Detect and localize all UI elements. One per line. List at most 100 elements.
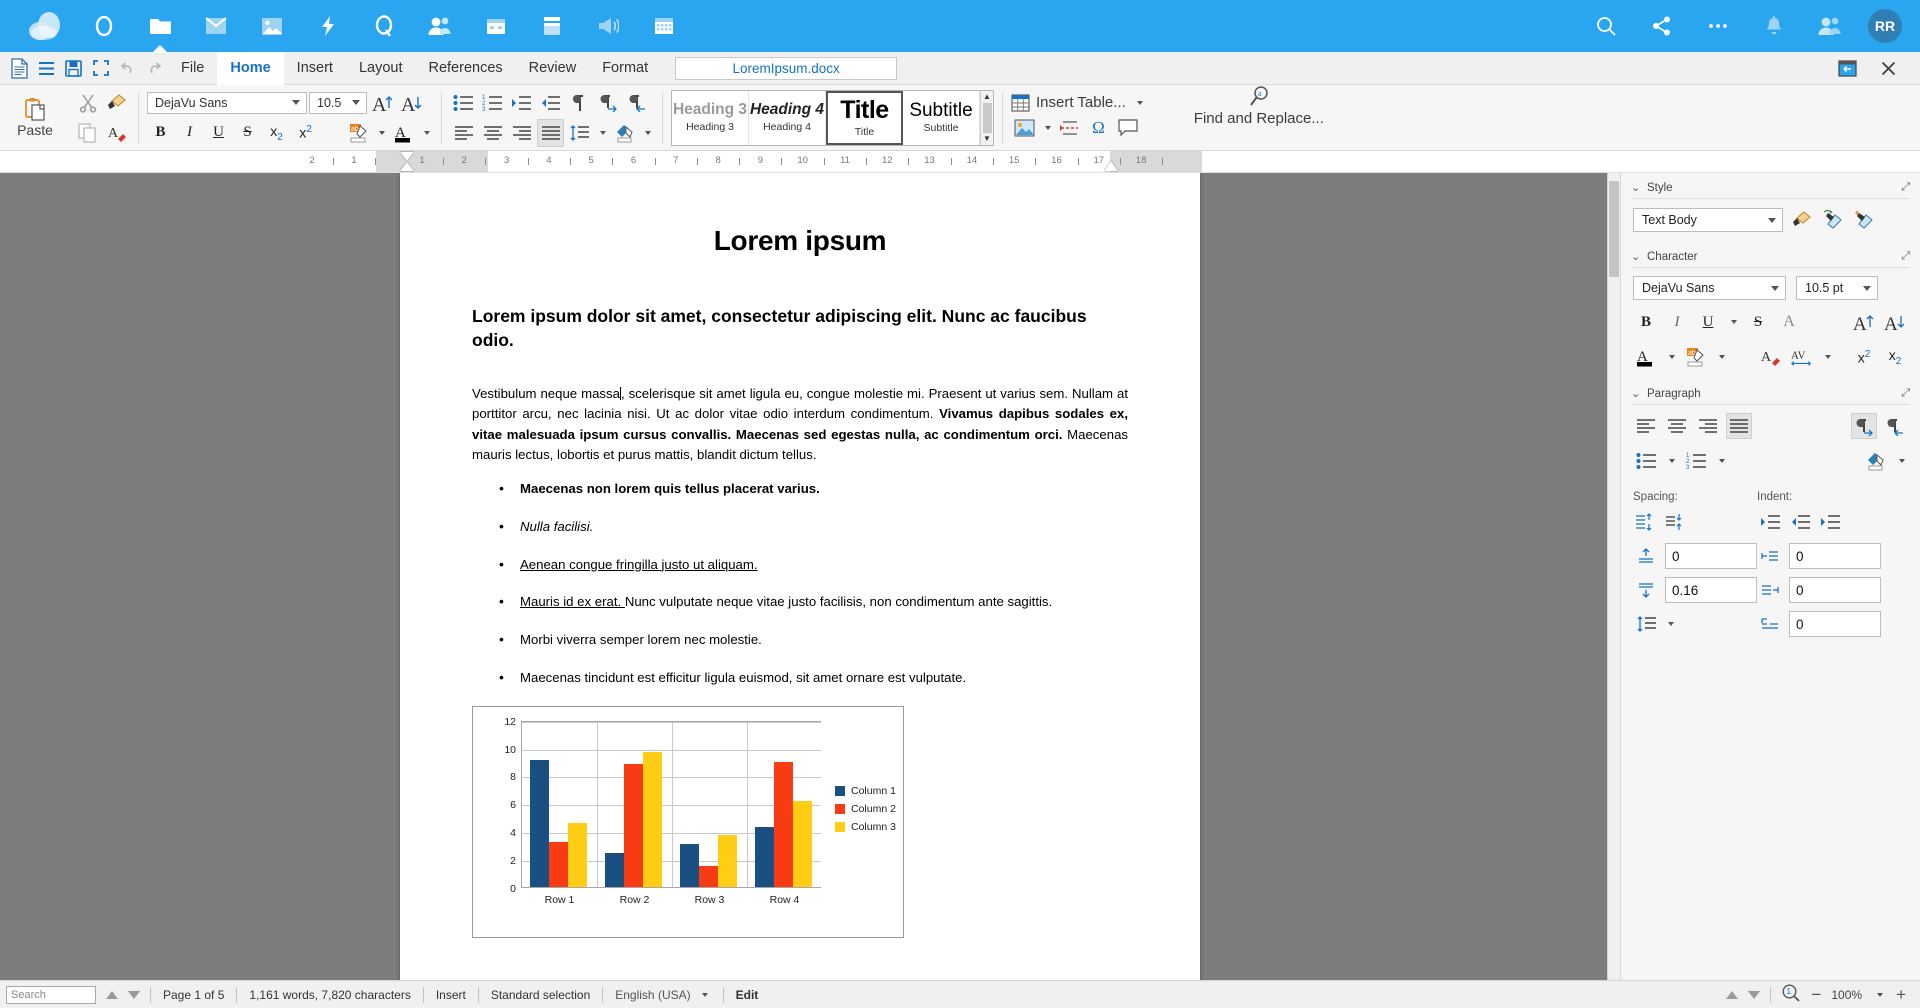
bold-icon[interactable]: B	[1633, 309, 1659, 335]
notifications-icon[interactable]	[1746, 0, 1802, 52]
next-page-icon[interactable]	[1748, 990, 1761, 999]
increase-indent-icon[interactable]	[508, 89, 535, 117]
subscript-icon[interactable]: x2	[1882, 344, 1908, 370]
spacing-below-field[interactable]: 0.16	[1665, 577, 1757, 603]
increase-font-size-icon[interactable]: A	[369, 89, 396, 117]
search-input[interactable]: Search	[6, 985, 96, 1004]
menu-item-review[interactable]: Review	[516, 52, 590, 85]
clone-formatting-icon[interactable]	[103, 89, 130, 117]
italic-icon[interactable]: I	[176, 119, 203, 147]
align-justified-icon[interactable]	[1726, 413, 1752, 439]
clear-formatting-icon[interactable]: A	[1758, 344, 1784, 370]
underline-icon[interactable]: U	[205, 119, 232, 147]
style-combo[interactable]: Text Body	[1633, 208, 1783, 232]
increase-font-size-icon[interactable]: A	[1851, 309, 1877, 335]
underline-icon[interactable]: U	[1695, 309, 1721, 335]
character-section-header[interactable]: ⌄ Character ⤢	[1621, 242, 1920, 267]
style-gallery-scroll-thumb[interactable]	[982, 102, 992, 133]
decrease-indent-icon[interactable]	[1787, 509, 1813, 535]
menu-item-home[interactable]: Home	[217, 51, 284, 85]
cloud-logo[interactable]	[14, 0, 76, 52]
left-to-right-icon[interactable]	[1851, 413, 1877, 439]
right-to-left-icon[interactable]	[624, 89, 651, 117]
hanging-indent-icon[interactable]	[1817, 509, 1843, 535]
unordered-list-icon[interactable]	[1633, 448, 1659, 474]
calendar-grid-icon[interactable]	[636, 0, 692, 52]
sidebar-font-size-combo[interactable]: 10.5 pt	[1796, 276, 1878, 300]
superscript-icon[interactable]: x2	[292, 119, 319, 147]
align-justified-icon[interactable]	[537, 118, 564, 147]
align-center-icon[interactable]	[479, 119, 506, 147]
ordered-list-icon[interactable]: 123	[479, 89, 506, 117]
more-icon[interactable]	[1690, 0, 1746, 52]
paste-button[interactable]: Paste	[4, 97, 66, 138]
character-section-expand-icon[interactable]: ⤢	[1901, 250, 1910, 263]
document-page[interactable]: Lorem ipsum Lorem ipsum dolor sit amet, …	[400, 173, 1200, 980]
language-selector[interactable]: English (USA)	[603, 988, 722, 1002]
clear-formatting-icon[interactable]: A	[103, 119, 130, 147]
activity-icon[interactable]	[300, 0, 356, 52]
copy-icon[interactable]	[74, 119, 101, 147]
page-indicator[interactable]: Page 1 of 5	[151, 988, 236, 1002]
paragraph-background-icon[interactable]	[1863, 448, 1889, 474]
paragraph-section-header[interactable]: ⌄ Paragraph ⤢	[1621, 379, 1920, 404]
font-name-combo[interactable]: DejaVu Sans	[147, 91, 307, 114]
align-right-icon[interactable]	[1695, 413, 1721, 439]
embedded-bar-chart[interactable]: 0 2 4 6 8 10 12 Row 1 Row 2 Row 3 Row 4 Column 1 Co…	[472, 705, 904, 938]
align-center-icon[interactable]	[1664, 413, 1690, 439]
restore-window-icon[interactable]	[1834, 55, 1861, 82]
save-icon[interactable]	[60, 55, 87, 82]
contacts-icon[interactable]	[412, 0, 468, 52]
find-and-replace-button[interactable]: a Find and Replace...	[1194, 85, 1324, 150]
shadow-icon[interactable]: A	[1776, 309, 1802, 335]
font-color-icon[interactable]: A	[390, 119, 417, 147]
decrease-font-size-icon[interactable]: A	[398, 89, 425, 117]
paragraph-background-icon[interactable]	[611, 119, 638, 147]
increase-paragraph-spacing-icon[interactable]	[1633, 509, 1659, 535]
menu-icon[interactable]	[33, 55, 60, 82]
photos-icon[interactable]	[244, 0, 300, 52]
share-icon[interactable]	[1634, 0, 1690, 52]
sidebar-font-name-combo[interactable]: DejaVu Sans	[1633, 276, 1786, 300]
contacts-menu-icon[interactable]	[1802, 0, 1858, 52]
line-spacing-icon[interactable]	[566, 119, 593, 147]
chevron-down-icon[interactable]: ⌄	[1631, 181, 1647, 194]
strikethrough-icon[interactable]: S	[1745, 309, 1771, 335]
indent-after-text-field[interactable]: 0	[1789, 577, 1881, 603]
selection-mode[interactable]: Standard selection	[479, 988, 602, 1002]
right-to-left-icon[interactable]	[1882, 413, 1908, 439]
strikethrough-icon[interactable]: S	[234, 119, 261, 147]
ordered-list-icon[interactable]: 123	[1683, 448, 1709, 474]
fullscreen-icon[interactable]	[87, 55, 114, 82]
character-spacing-icon[interactable]: AV	[1789, 344, 1815, 370]
line-spacing-icon[interactable]	[1633, 611, 1659, 637]
highlight-color-icon[interactable]: ab	[345, 119, 372, 147]
bold-icon[interactable]: B	[147, 119, 174, 147]
document-canvas[interactable]: Lorem ipsum Lorem ipsum dolor sit amet, …	[0, 173, 1620, 980]
style-section-expand-icon[interactable]: ⤢	[1901, 181, 1910, 194]
close-icon[interactable]	[1875, 55, 1902, 82]
ruler-first-line-indent-marker[interactable]	[400, 162, 414, 171]
horizontal-ruler[interactable]: 2 1 1 2 3 4 5 6 7 8 9 10 11 12 13 14 15 16 17 18	[0, 151, 1920, 173]
cut-icon[interactable]	[74, 89, 101, 117]
italic-icon[interactable]: I	[1664, 309, 1690, 335]
font-color-icon[interactable]: A	[1633, 344, 1659, 370]
word-count[interactable]: 1,161 words, 7,820 characters	[237, 988, 422, 1002]
unordered-list-icon[interactable]	[450, 89, 477, 117]
update-selected-style-icon[interactable]	[1819, 207, 1845, 233]
find-next-icon[interactable]	[128, 990, 140, 999]
deck-icon[interactable]	[524, 0, 580, 52]
chevron-down-icon[interactable]: ⌄	[1631, 250, 1647, 263]
align-left-icon[interactable]	[1633, 413, 1659, 439]
insert-comment-icon[interactable]	[1114, 114, 1141, 142]
menu-item-file[interactable]: File	[168, 52, 217, 85]
circle-icon[interactable]	[76, 0, 132, 52]
edit-mode[interactable]: Edit	[724, 988, 771, 1002]
files-icon[interactable]	[132, 0, 188, 52]
menu-item-layout[interactable]: Layout	[346, 52, 416, 85]
zoom-level[interactable]: 100%	[1831, 988, 1862, 1002]
megaphone-icon[interactable]	[580, 0, 636, 52]
style-title[interactable]: Title Title	[826, 90, 903, 145]
new-style-from-selection-icon[interactable]	[1850, 207, 1876, 233]
document-icon[interactable]	[6, 55, 33, 82]
